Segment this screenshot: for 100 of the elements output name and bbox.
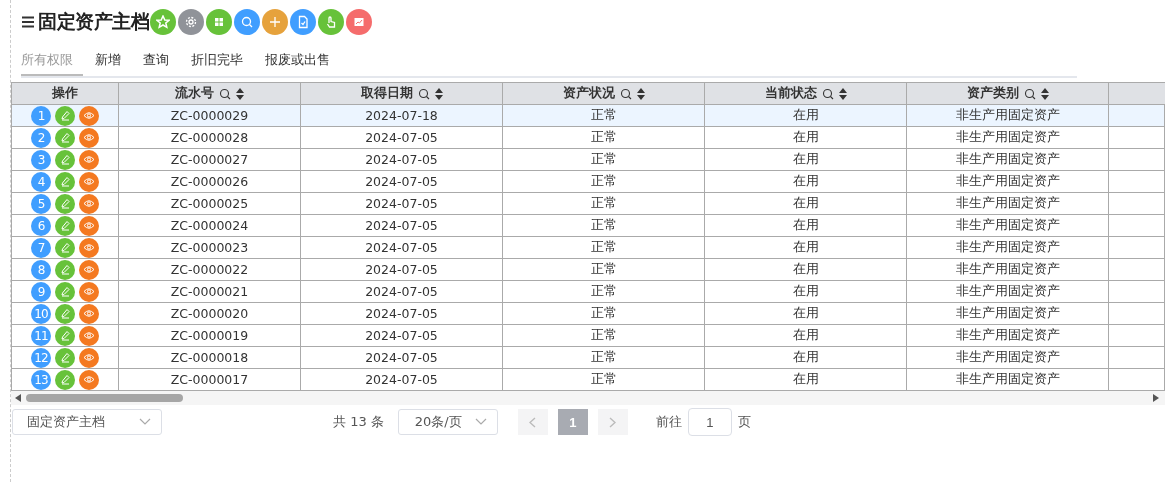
table-cell: 正常 bbox=[502, 280, 705, 303]
table-cell: 2024-07-05 bbox=[300, 214, 503, 237]
column-header[interactable]: 取得日期 bbox=[360, 85, 413, 102]
edit-button[interactable] bbox=[55, 127, 75, 148]
table-cell: 2024-07-05 bbox=[300, 302, 503, 325]
star-button[interactable] bbox=[150, 9, 176, 35]
sort-icon[interactable] bbox=[636, 87, 645, 100]
scrollbar-thumb[interactable] bbox=[26, 394, 183, 402]
tab[interactable]: 报废或出售 bbox=[255, 45, 340, 76]
search-icon[interactable] bbox=[821, 87, 834, 100]
table-cell: 2024-07-05 bbox=[300, 126, 503, 149]
search-icon[interactable] bbox=[1023, 87, 1036, 100]
edit-button[interactable] bbox=[55, 325, 75, 346]
eye-icon bbox=[83, 133, 95, 142]
column-header[interactable]: 资产状况 bbox=[562, 85, 615, 102]
view-button[interactable] bbox=[79, 215, 99, 236]
tab[interactable]: 折旧完毕 bbox=[181, 45, 253, 76]
table-cell: 非生产用固定资产 bbox=[906, 126, 1109, 149]
view-button[interactable] bbox=[79, 127, 99, 148]
edit-button[interactable] bbox=[55, 303, 75, 324]
view-select[interactable]: 固定资产主档 bbox=[12, 409, 162, 435]
search-icon[interactable] bbox=[417, 87, 430, 100]
table-cell: 非生产用固定资产 bbox=[906, 192, 1109, 215]
row-number: 4 bbox=[31, 171, 51, 192]
next-page-button[interactable] bbox=[597, 409, 628, 435]
table-cell: ZC-0000019 bbox=[118, 324, 301, 347]
edit-button[interactable] bbox=[55, 259, 75, 280]
table-cell: 2024-07-05 bbox=[300, 324, 503, 347]
view-button[interactable] bbox=[79, 149, 99, 170]
eye-icon bbox=[83, 243, 95, 252]
table-cell: 在用 bbox=[704, 236, 907, 259]
table-cell: 在用 bbox=[704, 214, 907, 237]
row-number: 7 bbox=[31, 237, 51, 258]
menu-icon[interactable] bbox=[21, 16, 35, 28]
eye-icon bbox=[83, 287, 95, 296]
grid-button[interactable] bbox=[206, 9, 232, 35]
eye-icon bbox=[83, 375, 95, 384]
pencil-icon bbox=[59, 242, 71, 253]
table-cell: 2024-07-05 bbox=[300, 280, 503, 303]
sort-icon[interactable] bbox=[838, 87, 847, 100]
eye-icon bbox=[83, 177, 95, 186]
plus-button[interactable] bbox=[262, 9, 288, 35]
tab[interactable]: 查询 bbox=[133, 45, 179, 76]
pencil-icon bbox=[59, 110, 71, 121]
edit-button[interactable] bbox=[55, 193, 75, 214]
search-icon[interactable] bbox=[619, 87, 632, 100]
sort-icon[interactable] bbox=[434, 87, 443, 100]
column-header[interactable]: 资产类别 bbox=[966, 85, 1019, 102]
table-cell: ZC-0000024 bbox=[118, 214, 301, 237]
view-button[interactable] bbox=[79, 193, 99, 214]
view-button[interactable] bbox=[79, 237, 99, 258]
column-header[interactable]: 当前状态 bbox=[764, 85, 817, 102]
table-cell: ZC-0000023 bbox=[118, 236, 301, 259]
table-cell: 非生产用固定资产 bbox=[906, 236, 1109, 259]
grid-icon bbox=[212, 15, 226, 29]
column-header[interactable]: 流水号 bbox=[175, 85, 214, 102]
edit-button[interactable] bbox=[55, 105, 75, 126]
column-header[interactable]: 操作 bbox=[52, 85, 78, 102]
search-button[interactable] bbox=[234, 9, 260, 35]
scroll-right-icon[interactable] bbox=[1153, 394, 1159, 402]
settings-button[interactable] bbox=[178, 9, 204, 35]
edit-button[interactable] bbox=[55, 237, 75, 258]
table-cell: 非生产用固定资产 bbox=[906, 258, 1109, 281]
search-icon[interactable] bbox=[219, 87, 231, 100]
document-icon bbox=[296, 15, 310, 29]
view-button[interactable] bbox=[79, 347, 99, 368]
view-button[interactable] bbox=[79, 171, 99, 192]
table-cell: 在用 bbox=[704, 126, 907, 149]
edit-button[interactable] bbox=[55, 171, 75, 192]
eye-icon bbox=[83, 111, 95, 120]
pencil-icon bbox=[59, 286, 71, 297]
view-button[interactable] bbox=[79, 105, 99, 126]
page-input[interactable]: 1 bbox=[687, 408, 732, 436]
previous-page-button[interactable] bbox=[517, 409, 548, 435]
view-button[interactable] bbox=[79, 325, 99, 346]
edit-button[interactable] bbox=[55, 149, 75, 170]
page-title: 固定资产主档 bbox=[38, 9, 149, 34]
view-button[interactable] bbox=[79, 259, 99, 280]
table-cell: 2024-07-05 bbox=[300, 346, 503, 369]
hand-button[interactable] bbox=[318, 9, 344, 35]
view-button[interactable] bbox=[79, 281, 99, 302]
view-button[interactable] bbox=[79, 369, 99, 390]
edit-button[interactable] bbox=[55, 281, 75, 302]
search-icon bbox=[240, 15, 254, 29]
scroll-left-icon[interactable] bbox=[15, 394, 21, 402]
table-cell: 非生产用固定资产 bbox=[906, 346, 1109, 369]
sort-icon[interactable] bbox=[236, 87, 244, 100]
view-button[interactable] bbox=[79, 303, 99, 324]
tab[interactable]: 新增 bbox=[85, 45, 131, 76]
row-number: 1 bbox=[31, 105, 51, 126]
page-size-select[interactable]: 20条/页 bbox=[397, 409, 498, 435]
chart-button[interactable] bbox=[346, 9, 372, 35]
edit-button[interactable] bbox=[55, 215, 75, 236]
sort-icon[interactable] bbox=[1040, 87, 1049, 100]
table-cell: 2024-07-05 bbox=[300, 170, 503, 193]
edit-button[interactable] bbox=[55, 369, 75, 390]
table-cell: 非生产用固定资产 bbox=[906, 280, 1109, 303]
document-button[interactable] bbox=[290, 9, 316, 35]
table-cell: 在用 bbox=[704, 192, 907, 215]
edit-button[interactable] bbox=[55, 347, 75, 368]
